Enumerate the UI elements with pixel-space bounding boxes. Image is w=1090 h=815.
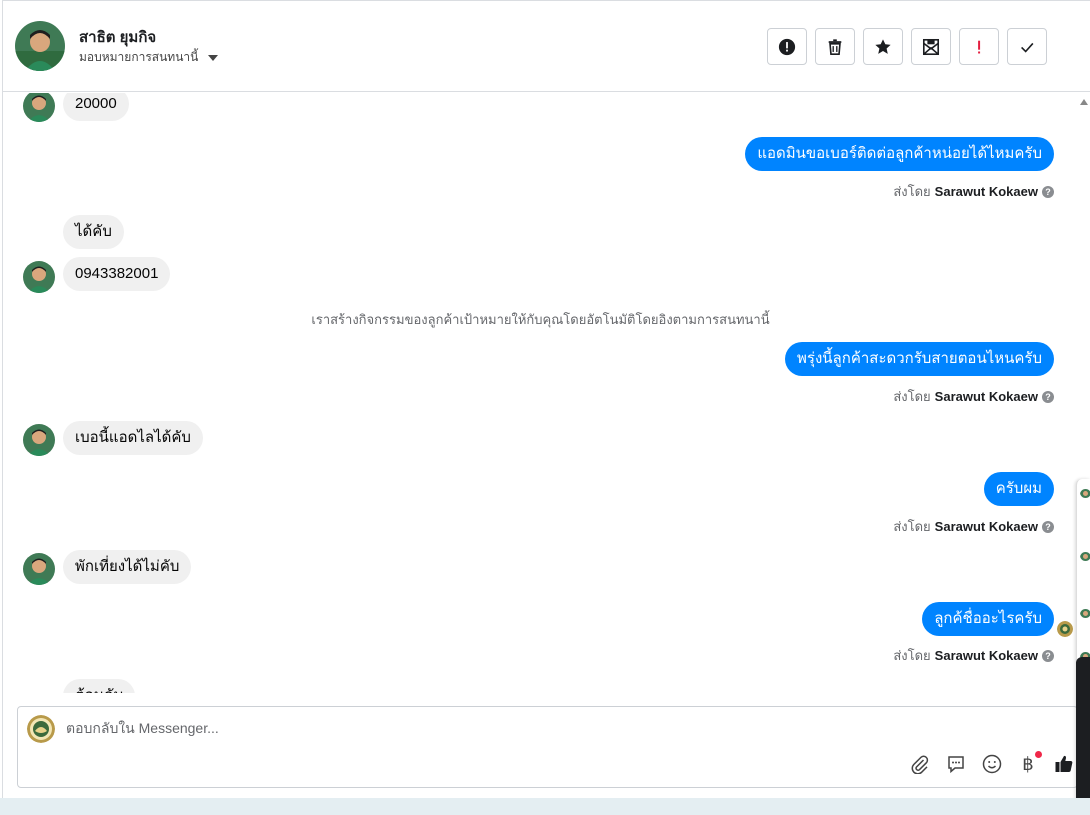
star-button[interactable] — [863, 28, 903, 65]
contact-avatar-small — [23, 93, 55, 122]
page-avatar — [27, 715, 55, 743]
outgoing-message: ลูกค้ชื่ออะไรครับ — [922, 602, 1054, 636]
incoming-message: ได้คับ — [63, 215, 124, 249]
seen-avatar — [1057, 621, 1073, 637]
outgoing-message: แอดมินขอเบอร์ติดต่อลูกค้าหน่อยได้ไหมครับ — [745, 137, 1054, 171]
sent-by-label: ส่งโดย Sarawut Kokaew ? — [893, 516, 1054, 537]
contact-avatar-small — [23, 553, 55, 585]
mark-unread-button[interactable] — [911, 28, 951, 65]
trash-icon — [828, 38, 842, 55]
saved-replies-button[interactable] — [945, 753, 967, 775]
sent-by-prefix: ส่งโดย — [893, 389, 931, 404]
delete-button[interactable] — [815, 28, 855, 65]
sent-by-prefix: ส่งโดย — [893, 184, 931, 199]
rail-avatar[interactable] — [1080, 607, 1090, 618]
message-thread[interactable]: 20000 แอดมินขอเบอร์ติดต่อลูกค้าหน่อยได้ไ… — [3, 93, 1078, 693]
thumbs-up-icon — [1055, 755, 1073, 772]
check-icon — [1021, 42, 1034, 53]
agent-name: Sarawut Kokaew — [934, 648, 1038, 663]
like-button[interactable] — [1053, 753, 1075, 775]
assign-label: มอบหมายการสนทนานี้ — [79, 50, 199, 64]
mark-spam-button[interactable] — [767, 28, 807, 65]
incoming-message: เบอนี้แอดไลได้คับ — [63, 421, 203, 455]
scroll-up-arrow-icon[interactable] — [1080, 99, 1088, 105]
done-button[interactable] — [1007, 28, 1047, 65]
message-bubble: ต้อมคับ — [63, 679, 136, 693]
conversation-panel: สาธิต ยุมกิจ มอบหมายการสนทนานี้ 20000 แอ… — [2, 0, 1090, 815]
message-bubble: 0943382001 — [63, 257, 171, 291]
contact-avatar-small — [23, 424, 55, 456]
payment-button[interactable]: ฿ — [1017, 751, 1042, 775]
star-icon — [875, 38, 891, 54]
contact-avatar-small — [23, 261, 55, 293]
message-bubble: 20000 — [63, 93, 129, 121]
incoming-message: 0943382001 — [63, 257, 171, 291]
sent-by-prefix: ส่งโดย — [893, 519, 931, 534]
message-bubble: ได้คับ — [63, 215, 124, 249]
emoji-button[interactable] — [981, 753, 1003, 775]
smiley-icon — [982, 754, 1002, 774]
caret-down-icon — [208, 54, 219, 61]
baht-icon: ฿ — [1022, 753, 1034, 775]
side-panel-dark — [1076, 657, 1090, 815]
help-icon[interactable]: ? — [1042, 649, 1054, 662]
sent-by-label: ส่งโดย Sarawut Kokaew ? — [893, 181, 1054, 202]
mark-unread-icon — [922, 38, 940, 55]
page-footer-strip — [0, 798, 1090, 815]
sent-by-label: ส่งโดย Sarawut Kokaew ? — [893, 645, 1054, 666]
help-icon[interactable]: ? — [1042, 390, 1054, 403]
outgoing-message: ครับผม — [983, 472, 1054, 506]
contact-avatar[interactable] — [15, 21, 65, 71]
notification-dot — [1035, 751, 1042, 758]
agent-name: Sarawut Kokaew — [934, 389, 1038, 404]
chat-bubble-icon — [948, 756, 964, 774]
reply-composer: ฿ — [17, 706, 1078, 788]
system-message: เราสร้างกิจกรรมของลูกค้าเป้าหมายให้กับคุ… — [311, 312, 770, 327]
incoming-message: พักเที่ยงได้ไม่คับ — [63, 550, 192, 584]
message-bubble: เบอนี้แอดไลได้คับ — [63, 421, 203, 455]
assign-conversation-dropdown[interactable]: มอบหมายการสนทนานี้ — [79, 48, 219, 67]
rail-avatar[interactable] — [1080, 550, 1090, 561]
agent-name: Sarawut Kokaew — [934, 519, 1038, 534]
follow-up-button[interactable] — [959, 28, 999, 65]
agent-name: Sarawut Kokaew — [934, 184, 1038, 199]
help-icon[interactable]: ? — [1042, 185, 1054, 198]
outgoing-message: พรุ่งนี้ลูกค้าสะดวกรับสายตอนไหนครับ — [785, 342, 1054, 376]
reply-input[interactable] — [66, 720, 866, 736]
alert-circle-icon — [778, 38, 796, 55]
sent-by-label: ส่งโดย Sarawut Kokaew ? — [893, 386, 1054, 407]
incoming-message: 20000 — [63, 93, 129, 121]
incoming-message: ต้อมคับ — [63, 679, 136, 693]
paperclip-icon — [911, 755, 929, 774]
attach-button[interactable] — [909, 753, 931, 775]
help-icon[interactable]: ? — [1042, 520, 1054, 533]
exclamation-icon — [978, 40, 981, 53]
conversation-header: สาธิต ยุมกิจ มอบหมายการสนทนานี้ — [3, 1, 1090, 92]
sent-by-prefix: ส่งโดย — [893, 648, 931, 663]
rail-avatar[interactable] — [1080, 487, 1090, 498]
contact-name: สาธิต ยุมกิจ — [79, 29, 157, 46]
message-bubble: พักเที่ยงได้ไม่คับ — [63, 550, 192, 584]
